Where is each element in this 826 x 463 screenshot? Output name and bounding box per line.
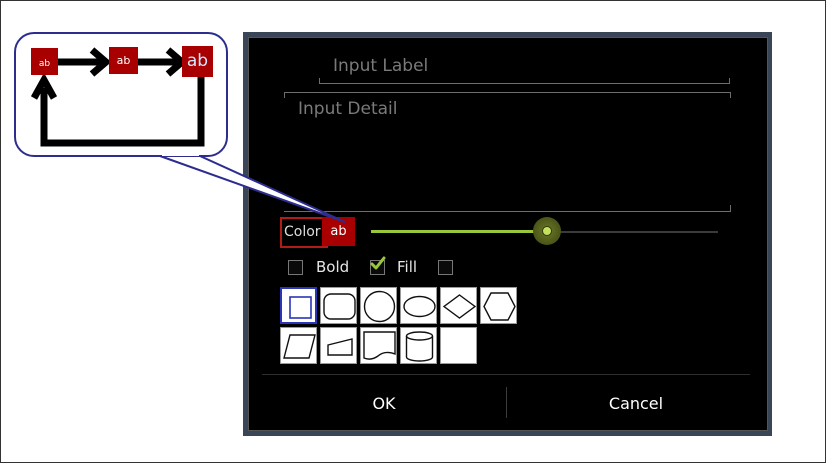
diagram-node-medium: ab: [109, 47, 138, 74]
loop-connector: [40, 75, 205, 147]
diagram-node-large: ab: [182, 46, 213, 77]
diagram-node-small: ab: [31, 48, 58, 75]
